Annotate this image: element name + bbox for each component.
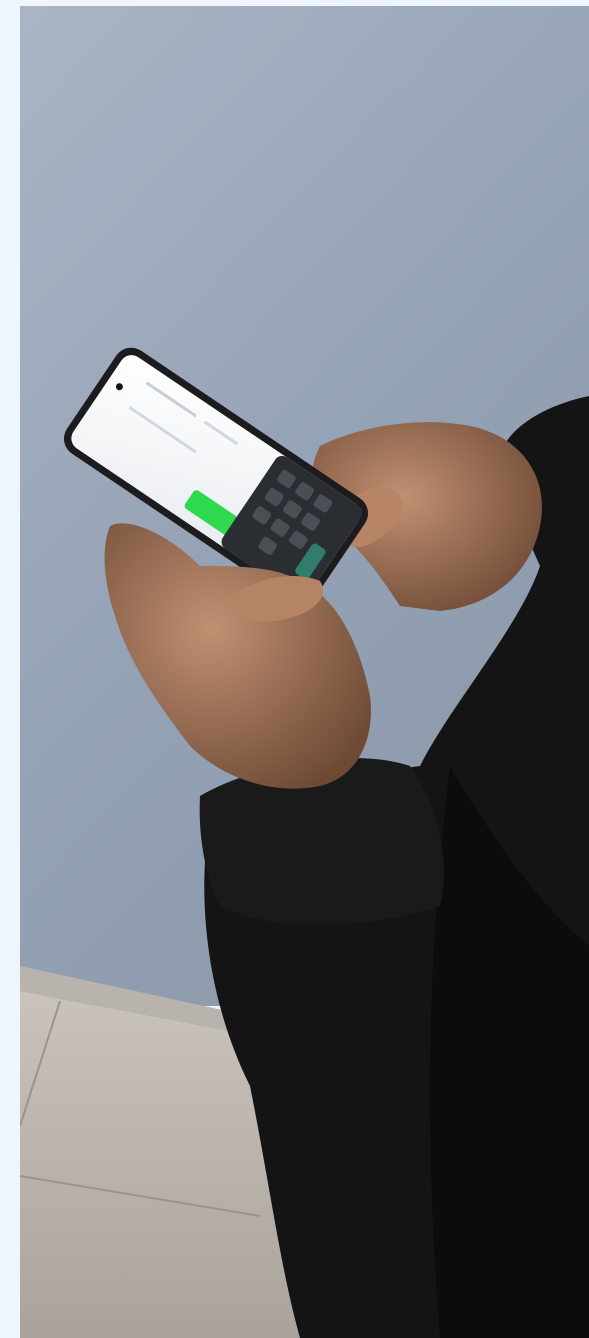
- photo-scene: [20, 6, 589, 1338]
- page-frame: [0, 0, 589, 1338]
- photo: [20, 6, 589, 1338]
